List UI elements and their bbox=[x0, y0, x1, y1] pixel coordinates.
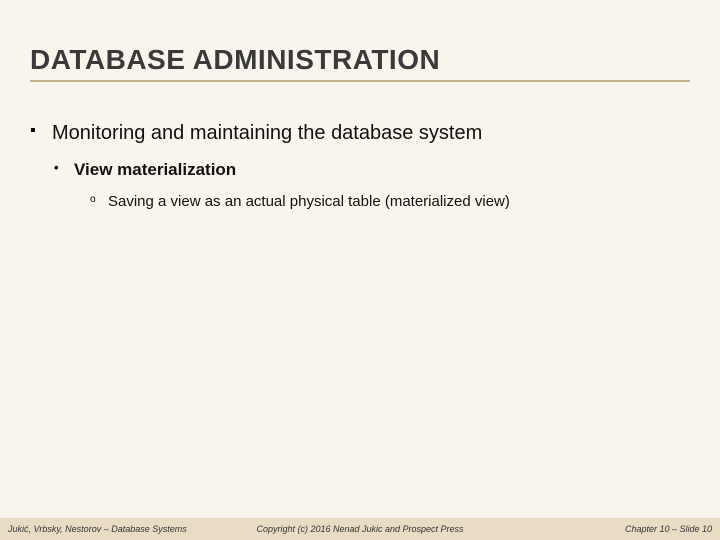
bullet-level-2: View materialization bbox=[54, 159, 690, 182]
slide: DATABASE ADMINISTRATION Monitoring and m… bbox=[0, 0, 720, 540]
title-wrap: DATABASE ADMINISTRATION bbox=[30, 44, 690, 82]
footer-bar: Jukić, Vrbsky, Nestorov – Database Syste… bbox=[0, 518, 720, 540]
slide-title: DATABASE ADMINISTRATION bbox=[30, 44, 690, 82]
content-area: Monitoring and maintaining the database … bbox=[30, 120, 690, 212]
bullet-level-1: Monitoring and maintaining the database … bbox=[30, 120, 690, 147]
footer-authors: Jukić, Vrbsky, Nestorov – Database Syste… bbox=[8, 524, 243, 534]
footer-copyright: Copyright (c) 2016 Nenad Jukic and Prosp… bbox=[243, 524, 478, 534]
footer-slide-num: Chapter 10 – Slide 10 bbox=[477, 524, 712, 534]
bullet-level-3: Saving a view as an actual physical tabl… bbox=[90, 192, 690, 212]
